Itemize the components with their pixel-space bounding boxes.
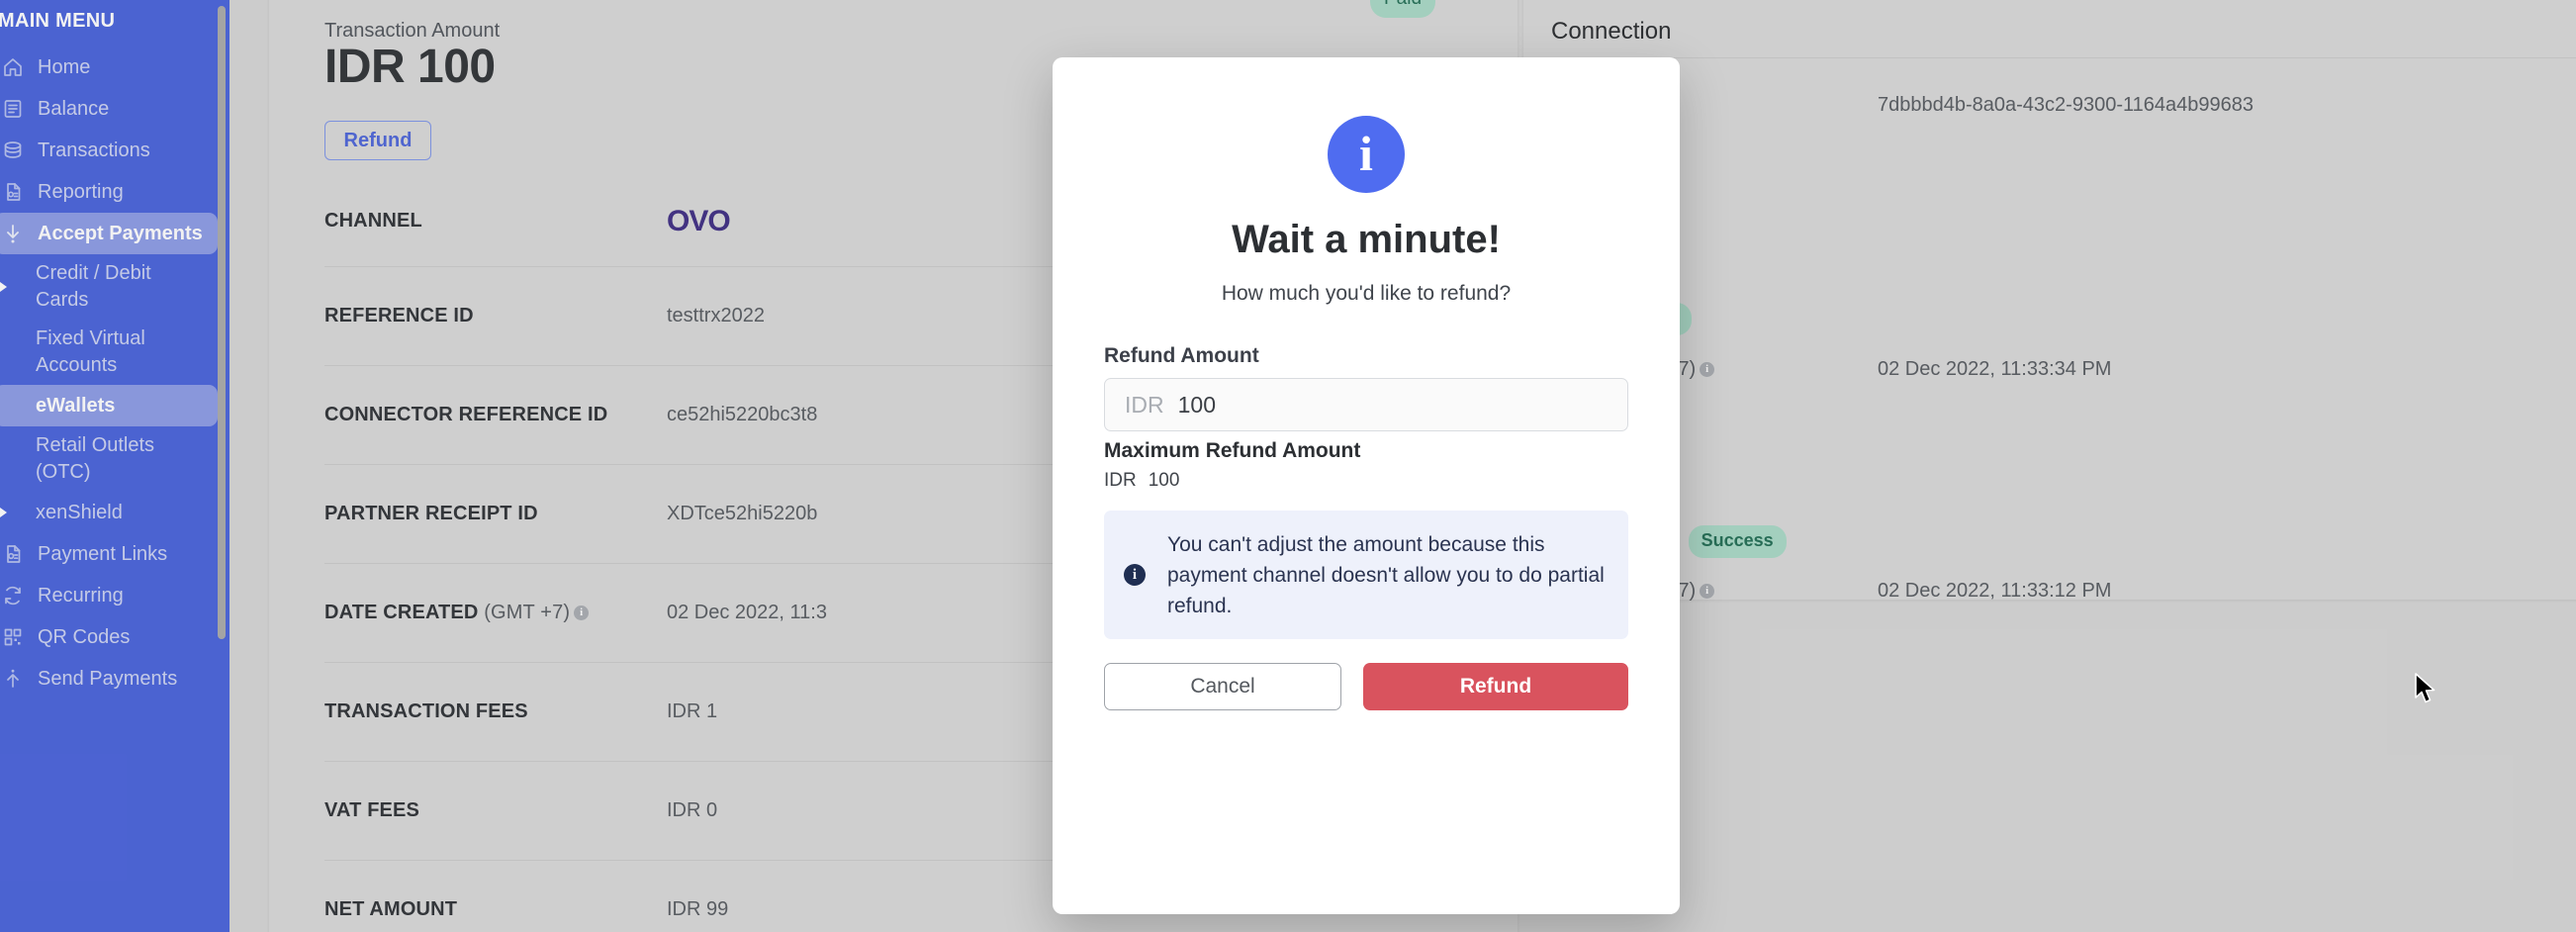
refund-modal: i Wait a minute! How much you'd like to …	[1053, 57, 1680, 914]
app-root: MAIN MENU Home Balance Transactions Reporti…	[0, 0, 2576, 932]
cancel-button[interactable]: Cancel	[1104, 663, 1341, 710]
maximum-refund-value: IDR 100	[1104, 470, 1179, 492]
alert-info-icon: i	[1124, 564, 1146, 586]
confirm-refund-button[interactable]: Refund	[1363, 663, 1628, 710]
refund-amount-input[interactable]: IDR 100	[1104, 378, 1628, 431]
maximum-refund-currency: IDR	[1104, 470, 1137, 491]
modal-title: Wait a minute!	[1232, 218, 1501, 261]
refund-amount-label: Refund Amount	[1104, 344, 1259, 367]
refund-amount-value: 100	[1177, 391, 1216, 418]
modal-overlay[interactable]: i Wait a minute! How much you'd like to …	[0, 0, 2576, 932]
modal-subtitle: How much you'd like to refund?	[1221, 282, 1512, 305]
info-icon: i	[1328, 116, 1405, 193]
maximum-refund-number: 100	[1148, 470, 1180, 491]
refund-currency-prefix: IDR	[1125, 391, 1164, 418]
alert-message: You can't adjust the amount because this…	[1167, 532, 1605, 617]
mouse-cursor	[2414, 673, 2439, 711]
maximum-refund-label: Maximum Refund Amount	[1104, 439, 1361, 462]
modal-actions: Cancel Refund	[1104, 663, 1628, 710]
partial-refund-alert: i You can't adjust the amount because th…	[1104, 511, 1628, 639]
